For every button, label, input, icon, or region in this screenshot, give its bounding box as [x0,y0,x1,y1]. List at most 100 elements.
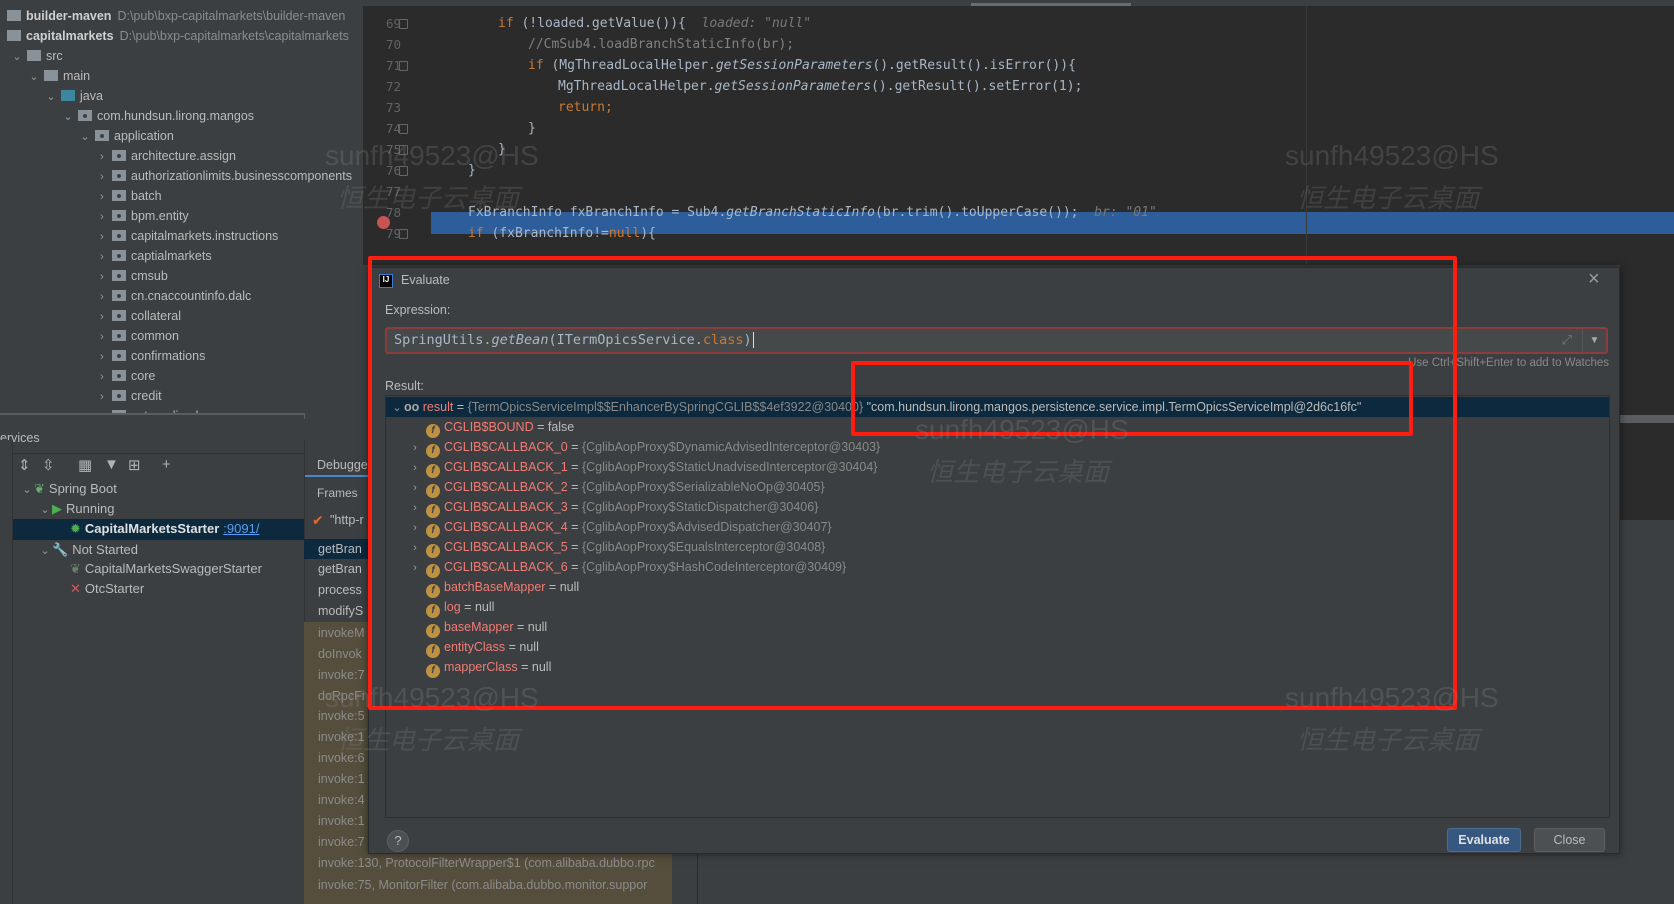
frame-item[interactable]: invoke:130, ProtocolFilterWrapper$1 (com… [318,853,655,873]
field-row[interactable]: › f CGLIB$CALLBACK_1 = {CglibAopProxy$Stat… [386,457,1609,478]
code-line[interactable]: } [528,118,536,140]
project-tree-item[interactable]: › architecture.assign [95,146,236,166]
close-button[interactable]: Close [1534,828,1605,852]
frame-item[interactable]: getBran [318,539,368,559]
field-row[interactable]: f mapperClass = null [386,657,1609,678]
frame-item[interactable]: invoke:4 [318,790,368,810]
help-button[interactable]: ? [387,830,409,852]
code-line[interactable]: MgThreadLocalHelper.getSessionParameters… [558,76,1082,98]
frame-item[interactable]: getBran [318,559,368,579]
service-item[interactable]: ✕ OtcStarter [56,579,144,599]
fold-marker-icon[interactable] [399,229,408,239]
filter-icon[interactable]: ▼ [104,456,119,473]
frame-item[interactable]: invoke:1 [318,727,368,747]
chevron-right-icon[interactable]: › [95,247,109,267]
chevron-right-icon[interactable]: › [408,438,422,458]
fold-marker-icon[interactable] [399,166,408,176]
field-row[interactable]: › f CGLIB$CALLBACK_2 = {CglibAopProxy$Seri… [386,477,1609,498]
field-row[interactable]: › f CGLIB$CALLBACK_3 = {CglibAopProxy$Stat… [386,497,1609,518]
project-tree-item[interactable]: › core [95,366,155,386]
project-tree-item[interactable]: ⌄ java [44,86,103,106]
project-tree-item[interactable]: ⌄ application [78,126,173,147]
project-tree-item[interactable]: builder-maven D:\pub\bxp-capitalmarkets\b… [4,6,345,26]
chevron-right-icon[interactable]: › [408,538,422,558]
chevron-right-icon[interactable]: › [408,458,422,478]
chevron-right-icon[interactable]: › [95,267,109,287]
chevron-right-icon[interactable]: › [95,287,109,307]
chevron-right-icon[interactable]: › [408,558,422,578]
code-line[interactable]: FxBranchInfo fxBranchInfo = Sub4.getBran… [468,202,1157,224]
frame-item[interactable]: invoke:7 [318,665,368,685]
collapse-all-icon[interactable]: ⇳ [42,456,55,474]
project-tree-item[interactable]: › capitalmarkets.instructions [95,226,278,246]
code-line[interactable]: //CmSub4.loadBranchStaticInfo(br); [528,34,794,56]
frame-item[interactable]: invoke:75, MonitorFilter (com.alibaba.du… [318,875,647,895]
frame-item[interactable]: invoke:1 [318,769,368,789]
code-line[interactable]: return; [558,97,613,119]
service-item[interactable]: ⌄ ❦ Spring Boot [20,479,116,500]
field-row[interactable]: › f CGLIB$CALLBACK_4 = {CglibAopProxy$Advi… [386,517,1609,538]
project-tree-item[interactable]: › captialmarkets [95,246,211,267]
chevron-down-icon[interactable]: ⌄ [61,107,75,127]
chevron-right-icon[interactable]: › [95,207,109,227]
pin-icon[interactable]: ⊞ [128,456,141,474]
thread-label[interactable]: "http-r [330,513,368,527]
chevron-down-icon[interactable]: ⌄ [78,127,92,147]
project-tree-item[interactable]: › credit [95,386,161,407]
chevron-right-icon[interactable]: › [95,187,109,207]
frame-item[interactable]: invokeM [318,623,368,643]
field-row[interactable]: f log = null [386,597,1609,618]
project-tree-item[interactable]: › cmsub [95,266,168,286]
result-row[interactable]: ⌄ oo result = {TermOpicsServiceImpl$$Enha… [386,397,1609,417]
service-item[interactable]: ⌄ 🔧 Not Started [38,540,138,560]
expression-input[interactable]: SpringUtils.getBean(ITermOpicsService.cl… [385,327,1608,354]
project-tree-item[interactable]: ⌄ com.hundsun.lirong.mangos [61,106,254,126]
chevron-right-icon[interactable]: › [408,518,422,538]
project-tree-item[interactable]: › collateral [95,306,181,326]
chevron-down-icon[interactable]: ⌄ [27,67,41,87]
chevron-right-icon[interactable]: › [95,307,109,327]
chevron-right-icon[interactable]: › [95,167,109,187]
chevron-down-icon[interactable]: ⌄ [10,47,24,67]
project-tree-item[interactable]: capitalmarkets D:\pub\bxp-capitalmarkets\… [4,26,349,46]
history-dropdown-icon[interactable]: ▼ [1582,329,1606,352]
frame-item[interactable]: invoke:5 [318,706,368,726]
service-item[interactable]: ⌄ ▶ Running [38,499,114,519]
frame-item[interactable]: invoke:1 [318,811,368,831]
fold-marker-icon[interactable] [399,19,408,29]
code-line[interactable]: if (!loaded.getValue()){ loaded: "null" [498,13,811,35]
frame-item[interactable]: invoke:7 [318,832,368,852]
project-tree-item[interactable]: › authorizationlimits.businesscomponents [95,166,352,186]
tab-debugger[interactable]: Debugger [317,458,372,472]
field-row[interactable]: f CGLIB$BOUND = false [386,417,1609,438]
chevron-down-icon[interactable]: ⌄ [20,480,34,500]
chevron-right-icon[interactable]: › [95,327,109,347]
field-row[interactable]: › f CGLIB$CALLBACK_6 = {CglibAopProxy$Hash… [386,557,1609,578]
expand-icon[interactable]: ⤢ [1562,332,1572,348]
service-item[interactable]: ❦ CapitalMarketsSwaggerStarter [56,559,262,579]
chevron-right-icon[interactable]: › [95,387,109,407]
chevron-down-icon[interactable]: ⌄ [38,541,52,561]
chevron-right-icon[interactable]: › [95,227,109,247]
frame-item[interactable]: doInvok [318,644,368,664]
field-row[interactable]: f batchBaseMapper = null [386,577,1609,598]
add-icon[interactable]: + [162,456,171,473]
frame-item[interactable]: process [318,580,368,600]
evaluate-button[interactable]: Evaluate [1447,828,1521,852]
chevron-right-icon[interactable]: › [408,478,422,498]
frame-item[interactable]: invoke:6 [318,748,368,768]
field-row[interactable]: f entityClass = null [386,637,1609,658]
code-line[interactable]: } [498,139,506,161]
field-row[interactable]: › f CGLIB$CALLBACK_0 = {CglibAopProxy$Dyna… [386,437,1609,458]
chevron-right-icon[interactable]: › [95,147,109,167]
code-editor[interactable]: 69 if (!loaded.getValue()){ loaded: "null… [363,0,1674,265]
expand-all-icon[interactable]: ⇕ [18,456,31,474]
chevron-right-icon[interactable]: › [95,347,109,367]
service-item[interactable]: ✹ CapitalMarketsStarter:9091/ [56,519,259,539]
port-link[interactable]: :9091/ [223,521,259,536]
frame-item[interactable]: modifyS [318,601,368,621]
chevron-down-icon[interactable]: ⌄ [390,398,404,418]
project-tree-item[interactable]: ⌄ src [10,46,62,67]
project-tree-item[interactable]: › confirmations [95,346,205,366]
fold-marker-icon[interactable] [399,61,408,71]
